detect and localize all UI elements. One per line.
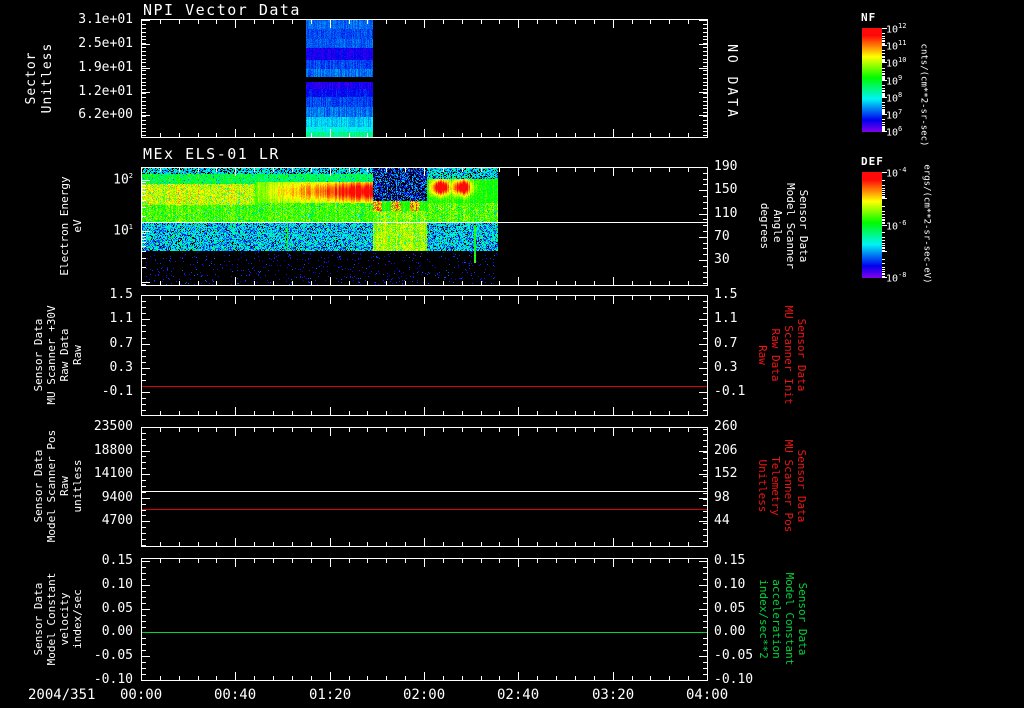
nf-colorbar-tick-label: 109 bbox=[886, 74, 903, 88]
x-axis-tick-label: 03:20 bbox=[592, 687, 635, 703]
x-axis-tick-label: 04:00 bbox=[686, 687, 729, 703]
panel3-y-tick-label: 1.5 bbox=[109, 287, 133, 302]
panel3-right-y-tick-label: 1.5 bbox=[714, 287, 738, 302]
nf-colorbar-tick-label: 1011 bbox=[886, 39, 907, 53]
panel1-y-tick-label: 6.2e+00 bbox=[78, 107, 133, 122]
panel5-right-y-tick-label: 0.10 bbox=[714, 577, 746, 592]
panel5-right-y-tick-label: -0.10 bbox=[714, 672, 754, 687]
x-axis-tick-label: 00:00 bbox=[120, 687, 163, 703]
panel2-right-y-tick-label: 70 bbox=[714, 229, 730, 244]
panel4-y-tick-label: 18800 bbox=[93, 443, 133, 458]
panel4-y-tick-label: 14100 bbox=[93, 466, 133, 481]
panel2-right-y-tick-label: 30 bbox=[714, 252, 730, 267]
panel1-y-tick-label: 1.2e+01 bbox=[78, 84, 133, 99]
panel1-y-tick-label: 2.5e+01 bbox=[78, 36, 133, 51]
def-colorbar-tick-label: 10-6 bbox=[886, 219, 907, 233]
x-axis-date-label: 2004/351 bbox=[28, 687, 96, 703]
nf-colorbar-tick-label: 1010 bbox=[886, 56, 907, 70]
panel2-right-y-tick-label: 110 bbox=[714, 206, 738, 221]
nf-colorbar-title: NF bbox=[861, 11, 877, 24]
panel2-y-tick-label: 101 bbox=[113, 223, 133, 239]
panel1-y-tick-label: 1.9e+01 bbox=[78, 60, 133, 75]
def-colorbar-unit-label: ergs/(cm**2-sr-sec-eV) bbox=[921, 164, 932, 284]
def-colorbar-tick-label: 10-4 bbox=[886, 166, 907, 180]
panel5-y-tick-label: 0.10 bbox=[101, 577, 133, 592]
p3-plot-canvas bbox=[141, 295, 708, 416]
panel4-right-y-tick-label: 98 bbox=[714, 490, 730, 505]
panel5-right-y-tick-label: 0.15 bbox=[714, 553, 746, 568]
panel2-right-y-tick-label: 150 bbox=[714, 182, 738, 197]
p1-plot-canvas bbox=[141, 19, 708, 138]
panel1-title: NPI Vector Data bbox=[143, 1, 301, 19]
def-colorbar-tick-label: 10-8 bbox=[886, 271, 907, 285]
panel4-y-tick-label: 23500 bbox=[93, 419, 133, 434]
panel3-right-y-tick-label: -0.1 bbox=[714, 384, 746, 399]
panel4-right-y-tick-label: 44 bbox=[714, 513, 730, 528]
nf-colorbar-tick-label: 108 bbox=[886, 91, 903, 105]
panel1-no-data-label: NO DATA bbox=[724, 44, 739, 120]
panel5-y-tick-label: 0.00 bbox=[101, 624, 133, 639]
nf-colorbar-tick-label: 1012 bbox=[886, 22, 907, 36]
panel3-y-tick-label: 0.7 bbox=[109, 336, 133, 351]
panel5-y-tick-label: -0.10 bbox=[93, 672, 133, 687]
panel3-y-tick-label: -0.1 bbox=[101, 384, 133, 399]
panel1-y-tick-label: 3.1e+01 bbox=[78, 12, 133, 27]
nf-colorbar-tick-label: 106 bbox=[886, 125, 903, 139]
panel3-right-y-tick-label: 1.1 bbox=[714, 311, 738, 326]
p4-plot-canvas bbox=[141, 427, 708, 547]
panel5-y-tick-label: 0.05 bbox=[101, 601, 133, 616]
panel4-y-tick-label: 9400 bbox=[101, 490, 133, 505]
panel4-right-axis-label: Sensor Data MU Scanner Pos Telemetry Uni… bbox=[756, 439, 808, 533]
p5-plot-canvas bbox=[141, 558, 708, 681]
panel3-right-y-tick-label: 0.7 bbox=[714, 336, 738, 351]
x-axis-tick-label: 01:20 bbox=[309, 687, 352, 703]
def-colorbar-title: DEF bbox=[861, 155, 884, 168]
panel5-y-tick-label: -0.05 bbox=[93, 648, 133, 663]
panel2-right-y-tick-label: 190 bbox=[714, 159, 738, 174]
nf-colorbar-tick-label: 107 bbox=[886, 108, 903, 122]
panel4-right-y-tick-label: 152 bbox=[714, 466, 738, 481]
panel3-y-tick-label: 1.1 bbox=[109, 311, 133, 326]
nf-colorbar-unit-label: cnts/(cm**2-sr-sec) bbox=[918, 43, 929, 147]
panel3-y-tick-label: 0.3 bbox=[109, 360, 133, 375]
panel4-right-y-tick-label: 260 bbox=[714, 419, 738, 434]
plot-viewer-screen: NPI Vector Data MEx ELS-01 LR Sector Uni… bbox=[0, 0, 1024, 708]
panel3-right-y-tick-label: 0.3 bbox=[714, 360, 738, 375]
panel4-right-y-tick-label: 206 bbox=[714, 443, 738, 458]
panel4-y-tick-label: 4700 bbox=[101, 513, 133, 528]
x-axis-tick-label: 02:00 bbox=[403, 687, 446, 703]
panel2-title: MEx ELS-01 LR bbox=[143, 145, 280, 163]
panel2-y-tick-label: 102 bbox=[113, 172, 133, 188]
panel5-right-axis-label: Sensor Data Model Constant acceleration … bbox=[757, 572, 809, 666]
panel2-right-axis-label: Sensor Data Model Scanner Angle degrees bbox=[758, 182, 810, 270]
panel5-right-y-tick-label: 0.00 bbox=[714, 624, 746, 639]
panel5-y-tick-label: 0.15 bbox=[101, 553, 133, 568]
x-axis-tick-label: 02:40 bbox=[497, 687, 540, 703]
panel3-right-axis-label: Sensor Data MU Scanner Init Raw Data Raw bbox=[756, 305, 808, 405]
panel1-y-axis-label: Sector Unitless bbox=[24, 42, 55, 114]
x-axis-tick-label: 00:40 bbox=[214, 687, 257, 703]
panel5-right-y-tick-label: -0.05 bbox=[714, 648, 754, 663]
panel5-right-y-tick-label: 0.05 bbox=[714, 601, 746, 616]
p2-plot-canvas bbox=[141, 167, 708, 286]
